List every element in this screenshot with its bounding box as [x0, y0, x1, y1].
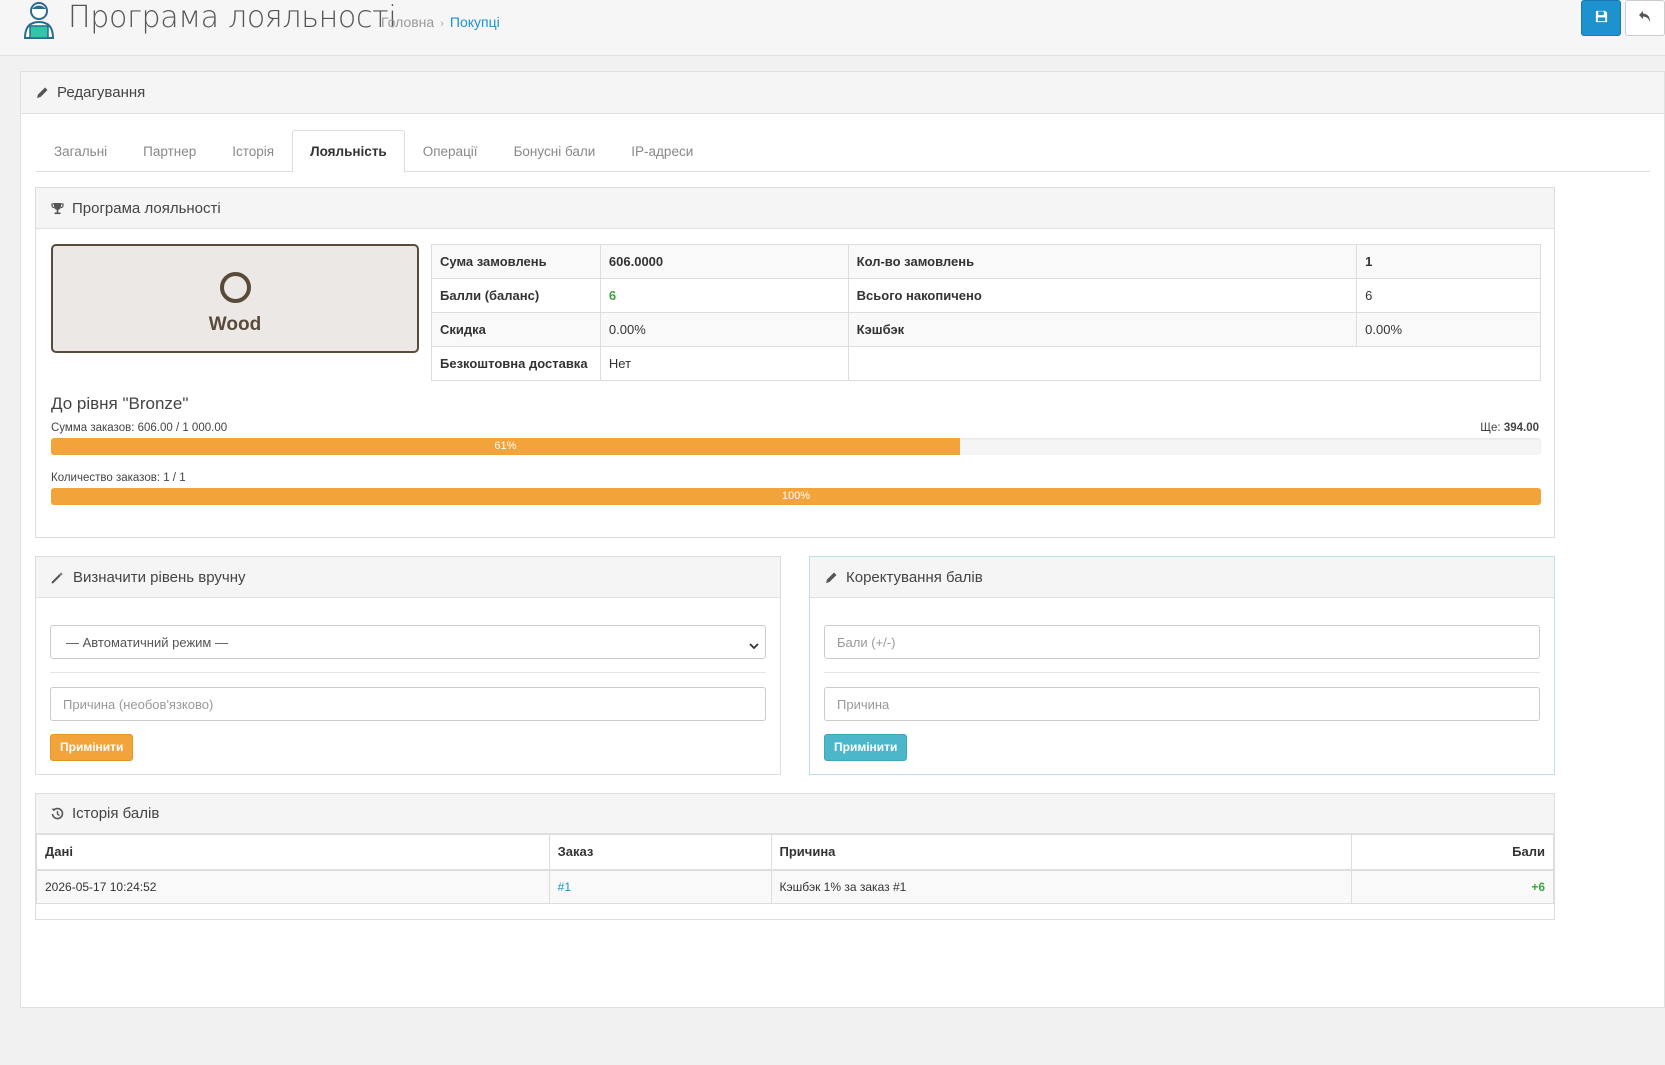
discount-value: 0.00% — [599, 312, 849, 347]
apply-points-button[interactable]: Примінити — [824, 734, 908, 761]
edit-panel: Редагування Загальні Партнер Історія Лоя… — [20, 71, 1665, 1008]
col-order: Заказ — [548, 834, 772, 871]
row-date: 2026-05-17 10:24:52 — [36, 869, 550, 904]
save-button[interactable] — [1581, 0, 1621, 36]
row-order-link[interactable]: #1 — [548, 869, 772, 904]
empty-cell — [847, 346, 1542, 381]
sum-remaining-value: 394.00 — [1503, 422, 1539, 434]
points-history-title: Історія балів — [72, 805, 160, 822]
tab-operations[interactable]: Операції — [405, 130, 496, 172]
sum-progress-fill: 61% — [51, 438, 960, 455]
points-balance-label: Балли (баланс) — [431, 278, 601, 313]
back-button[interactable] — [1625, 0, 1665, 36]
chevron-down-icon — [749, 638, 759, 653]
tab-general[interactable]: Загальні — [36, 130, 125, 172]
page-header: Програма лояльності Головна › Покупці — [0, 0, 1665, 56]
manual-level-heading: Визначити рівень вручну — [36, 557, 780, 598]
level-reason-input[interactable] — [50, 687, 766, 721]
cashback-label: Кэшбэк — [847, 312, 1358, 347]
magic-wand-icon — [51, 571, 65, 584]
tier-name: Wood — [208, 314, 262, 335]
points-input[interactable] — [824, 625, 1540, 659]
breadcrumb-home[interactable]: Головна — [381, 14, 434, 30]
stats-row: Скидка 0.00% Кэшбэк 0.00% — [431, 312, 1541, 347]
total-accrued-label: Всього накопичено — [847, 278, 1358, 313]
orders-sum-label: Сума замовлень — [431, 244, 601, 279]
tab-history[interactable]: Історія — [214, 130, 292, 172]
free-delivery-label: Безкоштовна доставка — [431, 346, 601, 381]
tab-partner[interactable]: Партнер — [125, 130, 214, 172]
breadcrumb-customers[interactable]: Покупці — [450, 14, 500, 30]
sum-remaining: Ще: 394.00 — [1480, 422, 1539, 434]
count-progress-bar: 100% — [51, 488, 1541, 505]
pencil-icon — [36, 86, 49, 99]
orders-sum-value: 606.0000 — [599, 244, 849, 279]
sum-progress-bar: 61% — [51, 438, 1541, 455]
level-select[interactable]: — Автоматичний режим — — [50, 625, 766, 659]
discount-label: Скидка — [431, 312, 601, 347]
row-points: +6 — [1351, 869, 1554, 904]
loyalty-panel-title: Програма лояльності — [72, 199, 221, 217]
loyalty-panel: Програма лояльності Wood Сума замовлень … — [35, 187, 1555, 538]
history-icon — [51, 807, 64, 820]
count-progress-fill: 100% — [51, 488, 1541, 505]
tab-bonus-points[interactable]: Бонусні бали — [496, 130, 614, 172]
manual-level-panel: Визначити рівень вручну — Автоматичний р… — [35, 556, 781, 775]
reply-icon — [1638, 10, 1652, 26]
stats-row: Безкоштовна доставка Нет — [431, 346, 1542, 381]
next-level-title: До рівня "Bronze" — [51, 394, 189, 413]
tabs: Загальні Партнер Історія Лояльність Опер… — [36, 130, 1650, 173]
tab-ip-addresses[interactable]: IP-адреси — [613, 130, 711, 172]
stats-row: Балли (баланс) 6 Всього накопичено 6 — [431, 278, 1541, 313]
tier-card: Wood — [51, 244, 419, 353]
page-title: Програма лояльності — [68, 0, 397, 35]
row-reason: Кэшбэк 1% за заказ #1 — [770, 869, 1353, 904]
points-history-table: Дані Заказ Причина Бали 2026-05-17 10:24… — [36, 834, 1554, 904]
loyalty-stats-table: Сума замовлень 606.0000 Кол-во замовлень… — [431, 244, 1542, 381]
points-adjust-title: Коректування балів — [846, 568, 983, 586]
points-adjust-heading: Коректування балів — [810, 557, 1554, 598]
points-history-panel: Історія балів Дані Заказ Причина Бали 20… — [35, 793, 1555, 920]
breadcrumb-separator-icon: › — [440, 18, 444, 30]
sum-progress-label: Сумма заказов: 606.00 / 1 000.00 — [51, 422, 228, 434]
free-delivery-value: Нет — [599, 346, 849, 381]
pencil-icon — [825, 571, 838, 584]
col-reason: Причина — [770, 834, 1353, 871]
manual-level-title: Визначити рівень вручну — [73, 568, 246, 586]
trophy-icon — [51, 202, 64, 215]
points-history-heading: Історія балів — [36, 794, 1554, 834]
orders-count-label: Кол-во замовлень — [847, 244, 1358, 279]
points-adjust-panel: Коректування балів Примінити — [809, 556, 1555, 775]
divider — [824, 672, 1540, 673]
save-icon — [1595, 10, 1608, 26]
total-accrued-value: 6 — [1356, 278, 1541, 313]
edit-panel-heading: Редагування — [21, 72, 1664, 114]
orders-count-value: 1 — [1356, 244, 1541, 279]
breadcrumb: Головна › Покупці — [381, 14, 500, 30]
level-select-value: — Автоматичний режим — — [66, 634, 228, 650]
apply-level-button[interactable]: Примінити — [50, 734, 134, 761]
tier-ring-icon — [220, 272, 251, 303]
customer-avatar-icon — [21, 0, 57, 40]
edit-panel-title: Редагування — [57, 84, 146, 101]
points-reason-input[interactable] — [824, 687, 1540, 721]
col-points: Бали — [1351, 834, 1554, 871]
divider — [50, 672, 766, 673]
table-row: 2026-05-17 10:24:52 #1 Кэшбэк 1% за зака… — [36, 869, 1554, 904]
tab-loyalty[interactable]: Лояльність — [292, 130, 405, 173]
table-header-row: Дані Заказ Причина Бали — [36, 834, 1554, 871]
stats-row: Сума замовлень 606.0000 Кол-во замовлень… — [431, 244, 1541, 279]
count-progress-label: Количество заказов: 1 / 1 — [51, 472, 186, 484]
col-date: Дані — [36, 834, 550, 871]
sum-remaining-label: Ще: — [1480, 422, 1501, 434]
points-balance-value: 6 — [599, 278, 849, 313]
cashback-value: 0.00% — [1356, 312, 1541, 347]
loyalty-panel-heading: Програма лояльності — [36, 188, 1554, 229]
